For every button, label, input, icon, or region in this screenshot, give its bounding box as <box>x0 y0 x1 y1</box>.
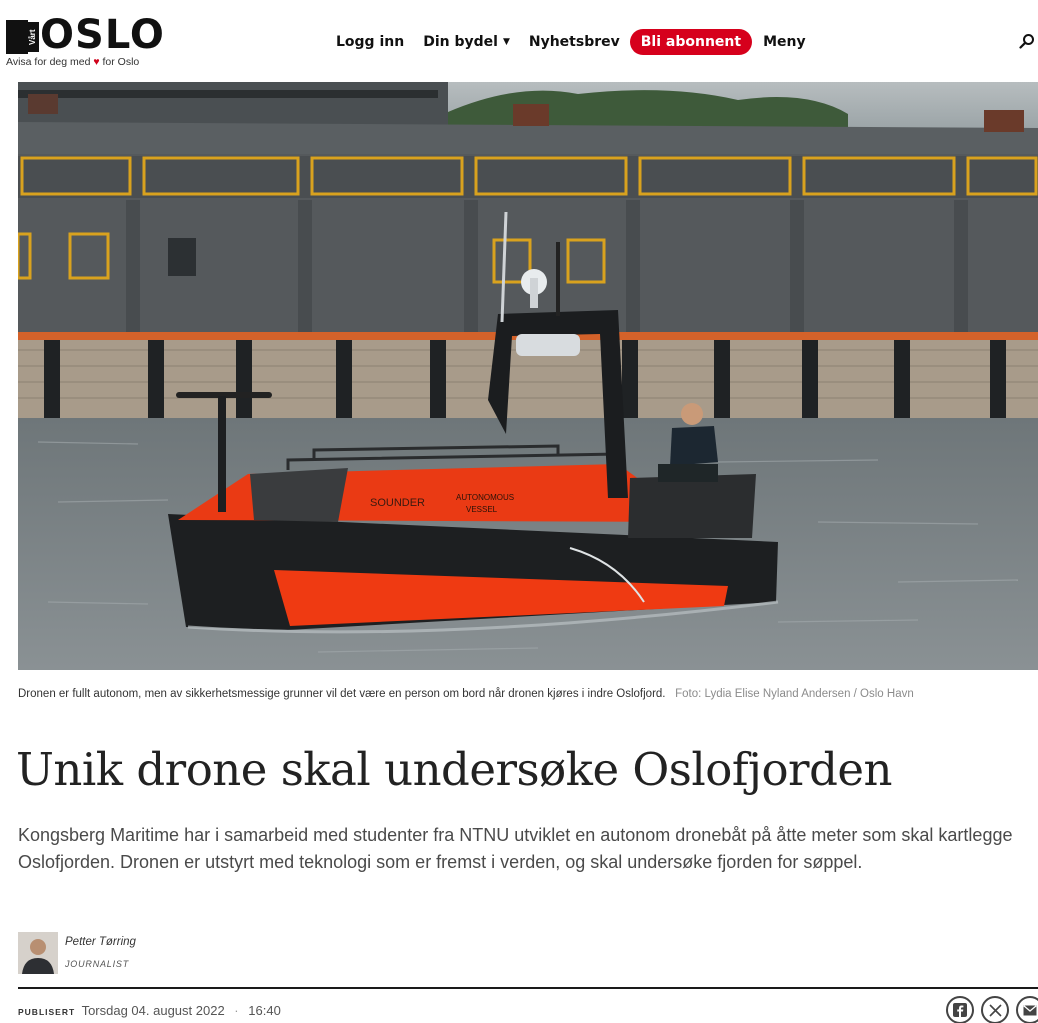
svg-text:VESSEL: VESSEL <box>466 505 498 514</box>
main-nav: Logg inn Din bydel ▼ Nyhetsbrev Bli abonn… <box>336 27 825 57</box>
login-link[interactable]: Logg inn <box>336 34 404 50</box>
author-avatar[interactable] <box>18 932 58 974</box>
svg-text:AUTONOMOUS: AUTONOMOUS <box>456 493 514 502</box>
search-icon[interactable] <box>1019 33 1035 49</box>
caret-down-icon: ▼ <box>502 37 510 47</box>
email-icon <box>1023 1004 1037 1015</box>
caption-text: Dronen er fullt autonom, men av sikkerhe… <box>18 688 666 700</box>
logo-wordmark: OSLO <box>40 12 165 58</box>
site-header: Vårt OSLO Avisa for deg med ♥ for Oslo L… <box>0 0 1038 74</box>
district-label: Din bydel <box>423 34 498 50</box>
heart-icon: ♥ <box>93 56 100 68</box>
district-dropdown[interactable]: Din bydel ▼ <box>423 34 510 50</box>
article-lead: Kongsberg Maritime har i samarbeid med s… <box>18 825 1013 872</box>
published-date: Torsdag 04. august 2022 <box>81 1003 225 1018</box>
share-buttons <box>946 996 1038 1023</box>
published-label: PUBLISERT <box>18 1007 76 1017</box>
site-logo[interactable]: Vårt OSLO Avisa for deg med ♥ for Oslo <box>6 12 176 70</box>
tagline-pre: Avisa for deg med <box>6 56 91 68</box>
published-separator: · <box>234 1003 239 1018</box>
share-x-button[interactable] <box>981 996 1009 1023</box>
divider <box>18 987 1038 989</box>
drone-boat-image: SOUNDER AUTONOMOUS VESSEL <box>18 82 1038 670</box>
photo-credit: Foto: Lydia Elise Nyland Andersen / Oslo… <box>675 688 914 700</box>
author-role: JOURNALIST <box>65 959 130 969</box>
facebook-icon <box>953 1003 967 1017</box>
svg-text:SOUNDER: SOUNDER <box>370 497 425 509</box>
hero-photo: SOUNDER AUTONOMOUS VESSEL <box>18 82 1038 670</box>
subscribe-button[interactable]: Bli abonnent <box>629 29 753 55</box>
newsletter-link[interactable]: Nyhetsbrev <box>529 34 620 50</box>
share-facebook-button[interactable] <box>946 996 974 1023</box>
tagline-post: for Oslo <box>102 56 140 68</box>
published-info: PUBLISERT Torsdag 04. august 2022 · 16:4… <box>18 1003 281 1018</box>
published-time: 16:40 <box>248 1003 281 1018</box>
logo-tagline: Avisa for deg med ♥ for Oslo <box>6 56 139 68</box>
logo-vertical-text: Vårt <box>27 22 39 52</box>
article-headline: Unik drone skal undersøke Oslofjorden <box>16 743 893 796</box>
author-name[interactable]: Petter Tørring <box>65 936 136 948</box>
photo-caption: Dronen er fullt autonom, men av sikkerhe… <box>18 684 1028 705</box>
share-email-button[interactable] <box>1016 996 1038 1023</box>
menu-button[interactable]: Meny <box>763 34 806 50</box>
x-icon <box>988 1003 1002 1017</box>
